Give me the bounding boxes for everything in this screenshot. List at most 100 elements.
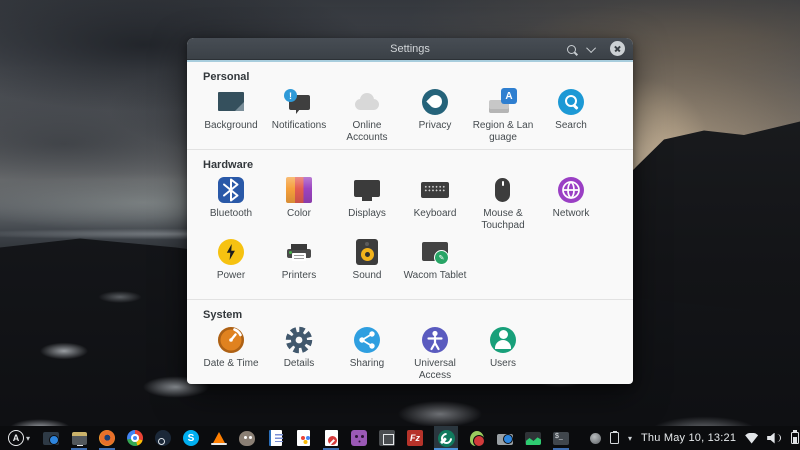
app-launcher-button[interactable]: A ▾ (6, 426, 32, 450)
settings-item-background[interactable]: Background (197, 86, 265, 144)
settings-item-notifications[interactable]: Notifications (265, 86, 333, 144)
gear-icon (283, 324, 315, 356)
settings-item-details[interactable]: Details (265, 324, 333, 382)
settings-item-bluetooth[interactable]: Bluetooth (197, 174, 265, 232)
settings-window: Settings Personal Background Notificatio… (187, 38, 633, 384)
settings-item-sound[interactable]: Sound (333, 236, 401, 294)
item-label: Background (204, 120, 258, 131)
taskbar: A ▾ S Fz $_ ▾ Thu May 10, 13:21 (0, 426, 800, 450)
item-label: Sharing (349, 358, 385, 369)
section-header-system: System (203, 309, 243, 321)
taskbar-chrome[interactable] (126, 426, 144, 450)
chevron-down-icon[interactable] (585, 38, 599, 60)
power-bolt-icon (215, 236, 247, 268)
volume-icon[interactable] (767, 432, 782, 444)
gimp-icon (239, 430, 255, 446)
taskbar-office-start[interactable] (294, 426, 312, 450)
taskbar-gimp[interactable] (238, 426, 256, 450)
screenshot-icon (43, 431, 59, 445)
filezilla-icon: Fz (407, 430, 423, 446)
hardware-grid: Bluetooth Color Displays Keyboard Mouse … (187, 174, 633, 294)
chevron-down-icon[interactable]: ▾ (628, 434, 632, 443)
settings-item-sharing[interactable]: Sharing (333, 324, 401, 382)
taskbar-office-writer[interactable] (266, 426, 284, 450)
chevron-down-icon: ▾ (25, 433, 30, 443)
status-icon[interactable] (590, 432, 601, 444)
taskbar-vlc[interactable] (210, 426, 228, 450)
desktop: Settings Personal Background Notificatio… (0, 0, 800, 450)
share-nodes-icon (351, 324, 383, 356)
section-header-hardware: Hardware (203, 159, 254, 171)
taskbar-gnome-foot-app[interactable] (468, 426, 486, 450)
purple-face-icon (351, 430, 367, 446)
taskbar-toolbox-app[interactable] (496, 426, 514, 450)
window-title: Settings (390, 42, 430, 55)
settings-item-users[interactable]: Users (469, 324, 537, 382)
battery-icon[interactable] (791, 430, 800, 444)
settings-item-date-time[interactable]: Date & Time (197, 324, 265, 382)
taskbar-firefox[interactable] (98, 426, 116, 450)
item-label: Search (555, 120, 587, 131)
taskbar-filezilla[interactable]: Fz (406, 426, 424, 450)
taskbar-frame-tool[interactable] (378, 426, 396, 450)
frame-icon (379, 430, 395, 446)
user-bust-icon (487, 324, 519, 356)
taskbar-steam[interactable] (154, 426, 172, 450)
settings-item-universal-access[interactable]: Universal Access (401, 324, 469, 382)
settings-panel: Personal Background Notifications Online… (187, 60, 633, 382)
settings-item-displays[interactable]: Displays (333, 174, 401, 232)
settings-item-printers[interactable]: Printers (265, 236, 333, 294)
settings-item-region-language[interactable]: Region & Lan guage (469, 86, 537, 144)
wrench-icon (437, 429, 455, 447)
taskbar-purple-face-app[interactable] (350, 426, 368, 450)
writer-document-icon (268, 430, 283, 446)
settings-item-wacom-tablet[interactable]: Wacom Tablet (401, 236, 469, 294)
item-label: Wacom Tablet (403, 270, 467, 281)
tablet-pen-icon (419, 236, 451, 268)
region-language-icon (487, 86, 519, 118)
item-label: Keyboard (413, 208, 457, 219)
item-label: Printers (281, 270, 317, 281)
system-monitor-icon (525, 431, 541, 445)
settings-item-privacy[interactable]: Privacy (401, 86, 469, 144)
printer-icon (283, 236, 315, 268)
system-tray: ▾ Thu May 10, 13:21 ▾ (590, 430, 800, 444)
gnome-foot-icon (470, 430, 485, 447)
background-icon (215, 86, 247, 118)
clipboard-icon[interactable] (610, 430, 619, 444)
taskbar-skype[interactable]: S (182, 426, 200, 450)
taskbar-settings-app-active[interactable] (434, 426, 458, 450)
skype-icon: S (183, 430, 199, 446)
settings-item-color[interactable]: Color (265, 174, 333, 232)
search-icon[interactable] (563, 38, 579, 60)
item-label: Users (489, 358, 517, 369)
settings-item-search[interactable]: Search (537, 86, 605, 144)
firefox-icon (99, 430, 115, 446)
settings-item-network[interactable]: Network (537, 174, 605, 232)
steam-icon (155, 430, 171, 446)
network-globe-icon (555, 174, 587, 206)
taskbar-terminal[interactable]: $_ (552, 426, 570, 450)
privacy-icon (419, 86, 451, 118)
section-separator (187, 149, 633, 150)
taskbar-file-manager[interactable] (70, 426, 88, 450)
taskbar-document-editor[interactable] (322, 426, 340, 450)
settings-item-mouse-touchpad[interactable]: Mouse & Touchpad (469, 174, 537, 232)
taskbar-system-monitor[interactable] (524, 426, 542, 450)
settings-item-online-accounts[interactable]: Online Accounts (333, 86, 401, 144)
toolbox-icon (497, 434, 513, 445)
titlebar[interactable]: Settings (187, 38, 633, 60)
taskbar-clock[interactable]: Thu May 10, 13:21 (641, 432, 736, 444)
taskbar-screenshot-tool[interactable] (42, 426, 60, 450)
item-label: Details (283, 358, 315, 369)
item-label: Power (216, 270, 246, 281)
settings-item-power[interactable]: Power (197, 236, 265, 294)
section-header-personal: Personal (203, 71, 250, 83)
personal-grid: Background Notifications Online Accounts… (187, 86, 633, 144)
file-manager-icon (71, 431, 87, 447)
item-label: Sound (352, 270, 382, 281)
settings-item-keyboard[interactable]: Keyboard (401, 174, 469, 232)
close-button[interactable] (610, 41, 625, 56)
wifi-icon[interactable] (745, 432, 759, 444)
item-label: Privacy (418, 120, 452, 131)
